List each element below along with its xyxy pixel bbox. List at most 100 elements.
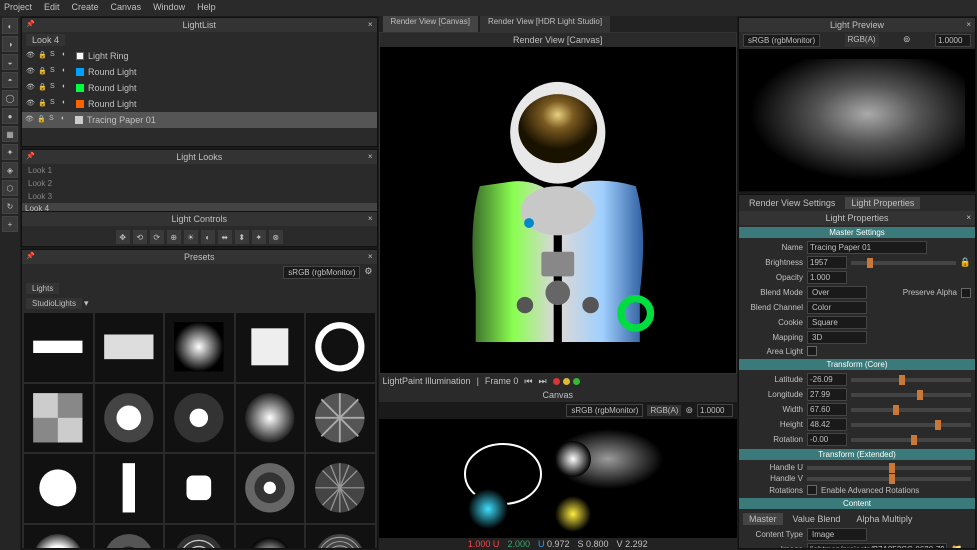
control-icon[interactable]: ✦: [252, 230, 266, 244]
close-icon[interactable]: ×: [966, 213, 971, 222]
render-viewport[interactable]: [380, 47, 737, 357]
look-item[interactable]: Look 2: [22, 177, 377, 190]
control-icon[interactable]: ⬌: [218, 230, 232, 244]
close-icon[interactable]: ×: [368, 214, 373, 223]
control-icon[interactable]: ◐: [201, 230, 215, 244]
pin-icon[interactable]: 📌: [26, 20, 35, 28]
chevron-down-icon[interactable]: ▾: [84, 298, 89, 309]
height-input[interactable]: [807, 418, 847, 431]
mode-dropdown[interactable]: RGB(A): [845, 34, 879, 47]
light-row[interactable]: 👁🔒S◐Light Ring: [22, 48, 377, 64]
browse-icon[interactable]: 📁: [951, 544, 962, 549]
control-icon[interactable]: ⟲: [133, 230, 147, 244]
preset-item[interactable]: [165, 454, 234, 523]
rotations-checkbox[interactable]: [807, 485, 817, 495]
width-slider[interactable]: [851, 408, 971, 412]
light-row[interactable]: 👁🔒S◐Round Light: [22, 96, 377, 112]
preset-item[interactable]: [24, 525, 93, 549]
latitude-input[interactable]: [807, 373, 847, 386]
tool-preset-icon[interactable]: ✦: [2, 144, 18, 160]
image-path-input[interactable]: [807, 543, 947, 549]
look-item[interactable]: Look 1: [22, 164, 377, 177]
gear-icon[interactable]: ⚙: [364, 266, 372, 279]
close-icon[interactable]: ×: [966, 20, 971, 29]
opacity-input[interactable]: [807, 271, 847, 284]
control-icon[interactable]: ⬍: [235, 230, 249, 244]
section-content[interactable]: Content: [739, 498, 975, 509]
section-transform-ext[interactable]: Transform (Extended): [739, 449, 975, 460]
preset-item[interactable]: [165, 525, 234, 549]
tab-alpha-multiply[interactable]: Alpha Multiply: [850, 513, 918, 525]
menu-canvas[interactable]: Canvas: [111, 2, 142, 14]
preset-item[interactable]: [95, 525, 164, 549]
tool-preset-icon[interactable]: ▦: [2, 126, 18, 142]
rotation-input[interactable]: [807, 433, 847, 446]
preset-item[interactable]: [236, 313, 305, 382]
target-icon[interactable]: ⊚: [903, 34, 911, 47]
tool-preset-icon[interactable]: ◑: [2, 36, 18, 52]
width-input[interactable]: [807, 403, 847, 416]
preset-item[interactable]: [95, 454, 164, 523]
next-frame-icon[interactable]: ⏭: [539, 376, 547, 387]
arealight-checkbox[interactable]: [807, 346, 817, 356]
mapping-dropdown[interactable]: 3D: [807, 331, 867, 344]
preset-item[interactable]: [24, 454, 93, 523]
longitude-slider[interactable]: [851, 393, 971, 397]
tab-content-master[interactable]: Master: [743, 513, 783, 525]
preset-item[interactable]: [236, 384, 305, 453]
colorspace-dropdown[interactable]: sRGB (rgbMonitor): [743, 34, 820, 47]
preset-item[interactable]: [236, 525, 305, 549]
latitude-slider[interactable]: [851, 378, 971, 382]
handlev-slider[interactable]: [807, 477, 971, 481]
exposure-input[interactable]: [935, 34, 971, 47]
preset-item[interactable]: [95, 313, 164, 382]
control-icon[interactable]: ⊗: [269, 230, 283, 244]
height-slider[interactable]: [851, 423, 971, 427]
tool-preset-icon[interactable]: ◐: [2, 18, 18, 34]
content-type-dropdown[interactable]: Image: [807, 528, 867, 541]
colorspace-dropdown[interactable]: sRGB (rgbMonitor): [566, 404, 643, 417]
control-icon[interactable]: ⟳: [150, 230, 164, 244]
preset-item[interactable]: [306, 384, 375, 453]
tool-preset-icon[interactable]: ◒: [2, 54, 18, 70]
close-icon[interactable]: ×: [368, 152, 373, 161]
close-icon[interactable]: ×: [368, 252, 373, 261]
section-transform-core[interactable]: Transform (Core): [739, 359, 975, 370]
brightness-input[interactable]: [807, 256, 847, 269]
exposure-input[interactable]: [697, 404, 733, 417]
tab-render-canvas[interactable]: Render View [Canvas]: [383, 16, 478, 32]
tool-preset-icon[interactable]: ●: [2, 108, 18, 124]
light-row[interactable]: 👁🔒S◐Tracing Paper 01: [22, 112, 377, 128]
blendmode-dropdown[interactable]: Over: [807, 286, 867, 299]
presets-tab[interactable]: StudioLights: [26, 298, 82, 309]
preset-item[interactable]: [95, 384, 164, 453]
menu-help[interactable]: Help: [197, 2, 216, 14]
control-icon[interactable]: ☀: [184, 230, 198, 244]
canvas-viewport[interactable]: [379, 419, 738, 538]
target-icon[interactable]: ⊚: [685, 405, 693, 416]
preset-item[interactable]: [165, 384, 234, 453]
rotation-slider[interactable]: [851, 438, 971, 442]
handleu-slider[interactable]: [807, 466, 971, 470]
lock-icon[interactable]: 🔒: [960, 257, 971, 268]
menu-window[interactable]: Window: [153, 2, 185, 14]
longitude-input[interactable]: [807, 388, 847, 401]
menu-create[interactable]: Create: [72, 2, 99, 14]
tool-preset-icon[interactable]: ◈: [2, 162, 18, 178]
menu-project[interactable]: Project: [4, 2, 32, 14]
preserve-alpha-checkbox[interactable]: [961, 288, 971, 298]
pin-icon[interactable]: 📌: [26, 252, 35, 260]
control-icon[interactable]: ⊕: [167, 230, 181, 244]
colorspace-dropdown[interactable]: sRGB (rgbMonitor): [283, 266, 360, 279]
control-icon[interactable]: ✥: [116, 230, 130, 244]
tool-add-icon[interactable]: +: [2, 216, 18, 232]
tool-preset-icon[interactable]: ⬡: [2, 180, 18, 196]
light-row[interactable]: 👁🔒S◐Round Light: [22, 64, 377, 80]
tool-preset-icon[interactable]: ◯: [2, 90, 18, 106]
cookie-dropdown[interactable]: Square: [807, 316, 867, 329]
preset-item[interactable]: [24, 313, 93, 382]
pin-icon[interactable]: 📌: [26, 152, 35, 160]
tab-render-hdr[interactable]: Render View [HDR Light Studio]: [480, 16, 610, 32]
look-item[interactable]: Look 3: [22, 190, 377, 203]
light-row[interactable]: 👁🔒S◐Round Light: [22, 80, 377, 96]
